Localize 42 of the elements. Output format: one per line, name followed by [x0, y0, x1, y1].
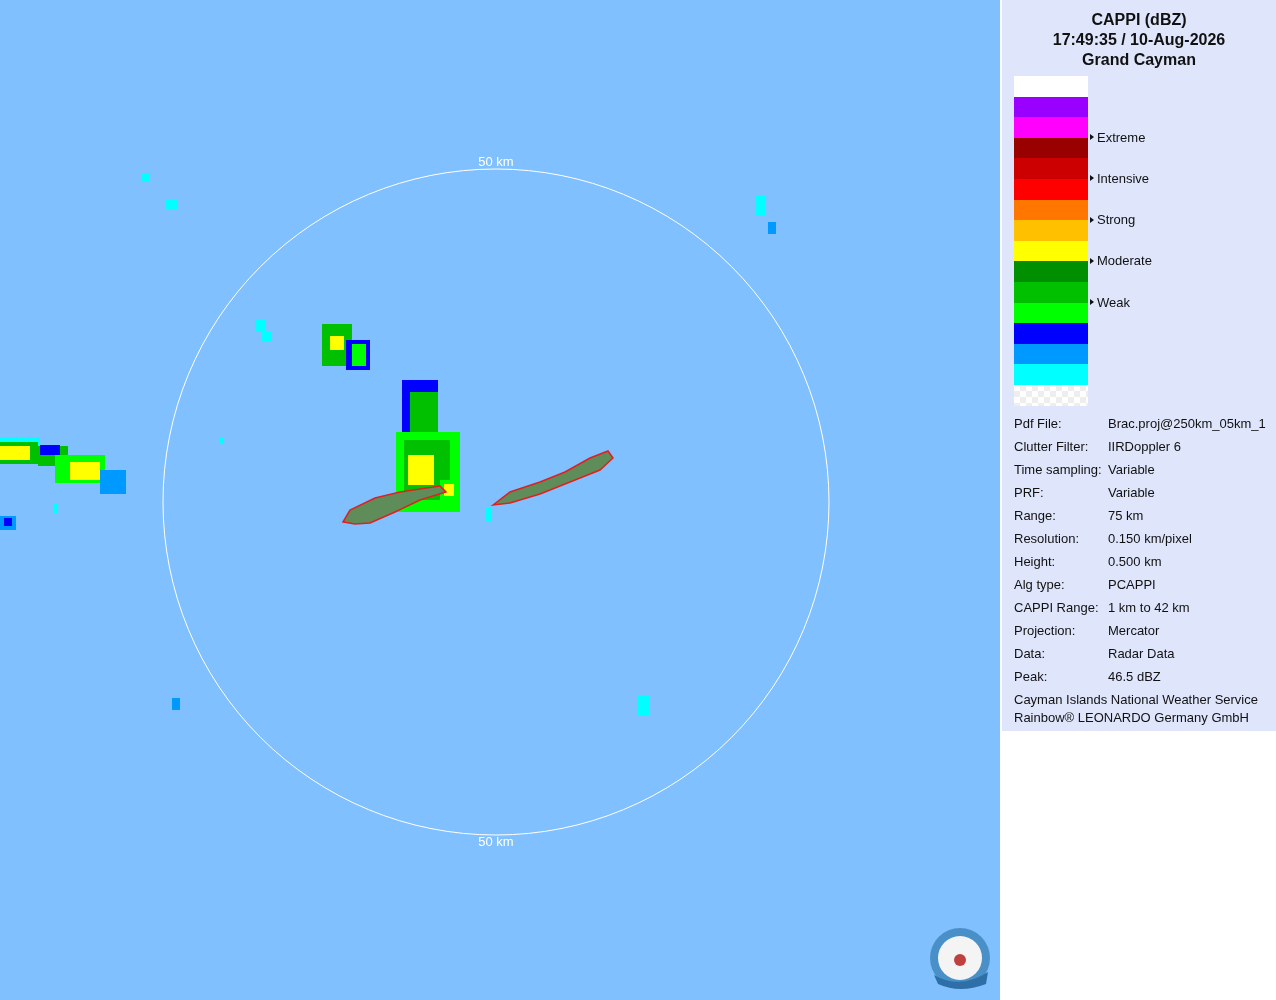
credit-text: Rainbow® LEONARDO Germany GmbH — [1014, 709, 1250, 725]
info-label: PRF: — [1014, 484, 1045, 500]
intensity-label: Moderate — [1097, 253, 1152, 269]
timestamp: 17:49:35 / 10-Aug-2026 — [1052, 30, 1226, 50]
info-value: Variable — [1108, 484, 1156, 500]
info-label: Clutter Filter: — [1014, 438, 1090, 454]
info-value: 46.5 dBZ — [1108, 668, 1162, 684]
pointer-icon — [1090, 299, 1094, 306]
info-value: 0.150 km/pixel — [1108, 530, 1193, 546]
intensity-label: Extreme — [1097, 129, 1146, 145]
info-label: Range: — [1014, 507, 1057, 523]
info-label: Pdf File: — [1014, 415, 1063, 431]
range-label: 50 km — [478, 834, 514, 849]
pointer-icon — [1090, 134, 1094, 141]
info-label: CAPPI Range: — [1014, 599, 1100, 615]
intensity-label: Strong — [1097, 212, 1136, 228]
range-label: 50 km — [478, 154, 514, 169]
info-value: Variable — [1108, 461, 1156, 477]
pointer-icon — [1090, 175, 1094, 182]
info-value: IIRDoppler 6 — [1108, 438, 1182, 454]
credit-text: Cayman Islands National Weather Service — [1014, 691, 1259, 707]
product-title: CAPPI (dBZ) — [1091, 10, 1187, 30]
info-value: PCAPPI — [1108, 576, 1157, 592]
intensity-label: Intensive — [1097, 170, 1150, 186]
site-name: Grand Cayman — [1082, 50, 1196, 70]
info-value: 1 km to 42 km — [1108, 599, 1191, 615]
emblem-logo-icon — [930, 928, 990, 989]
info-label: Height: — [1014, 553, 1057, 569]
info-value: Brac.proj@250km_05km_1 — [1108, 415, 1267, 431]
info-value: 75 km — [1108, 507, 1145, 523]
info-label: Resolution: — [1014, 530, 1081, 546]
intensity-label: Weak — [1097, 294, 1130, 310]
info-value: Radar Data — [1108, 645, 1176, 661]
info-label: Alg type: — [1014, 576, 1066, 592]
pointer-icon — [1090, 216, 1094, 223]
info-label: Peak: — [1014, 668, 1049, 684]
info-label: Time sampling: — [1014, 461, 1103, 477]
info-label: Data: — [1014, 645, 1047, 661]
info-value: Mercator — [1108, 622, 1161, 638]
info-value: 0.500 km — [1108, 553, 1163, 569]
pointer-icon — [1090, 257, 1094, 264]
info-label: Projection: — [1014, 622, 1077, 638]
